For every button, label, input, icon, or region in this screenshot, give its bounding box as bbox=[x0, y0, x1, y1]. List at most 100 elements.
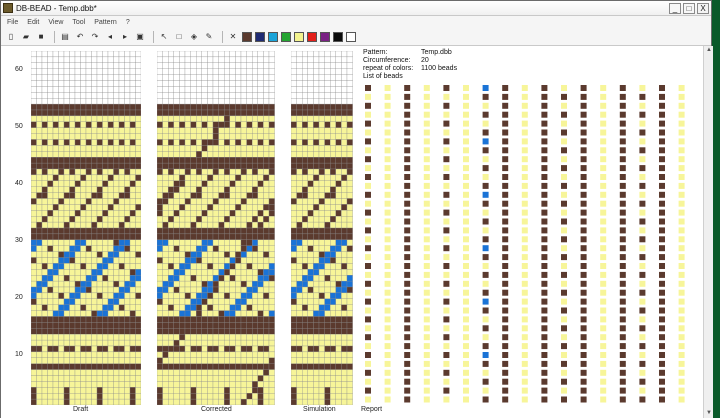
bead-cell[interactable] bbox=[69, 168, 76, 176]
bead-cell[interactable] bbox=[91, 339, 98, 347]
bead-cell[interactable] bbox=[240, 251, 247, 258]
bead-cell[interactable] bbox=[173, 151, 180, 158]
bead-cell[interactable] bbox=[107, 62, 114, 69]
bead-cell[interactable] bbox=[58, 80, 65, 87]
bead-cell[interactable] bbox=[107, 109, 114, 117]
bead-cell[interactable] bbox=[58, 345, 65, 353]
bead-cell[interactable] bbox=[113, 162, 120, 170]
bead-cell[interactable] bbox=[96, 304, 103, 311]
bead-cell[interactable] bbox=[162, 127, 169, 134]
bead-cell[interactable] bbox=[240, 180, 247, 187]
bead-cell[interactable] bbox=[313, 115, 320, 122]
bead-cell[interactable] bbox=[69, 286, 76, 294]
bead-cell[interactable] bbox=[113, 204, 120, 211]
bead-cell[interactable] bbox=[118, 257, 125, 264]
bead-cell[interactable] bbox=[36, 263, 43, 270]
bead-cell[interactable] bbox=[335, 68, 342, 75]
bead-cell[interactable] bbox=[291, 363, 297, 370]
bead-cell[interactable] bbox=[302, 275, 308, 282]
bead-cell[interactable] bbox=[246, 398, 253, 405]
bead-cell[interactable] bbox=[69, 56, 76, 63]
bead-cell[interactable] bbox=[179, 328, 186, 335]
minimize-button[interactable]: _ bbox=[669, 2, 681, 14]
bead-cell[interactable] bbox=[341, 393, 348, 400]
bead-cell[interactable] bbox=[302, 174, 308, 181]
bead-cell[interactable] bbox=[341, 398, 348, 405]
bead-cell[interactable] bbox=[240, 86, 247, 93]
bead-cell[interactable] bbox=[91, 275, 98, 282]
bead-cell[interactable] bbox=[118, 398, 125, 405]
bead-cell[interactable] bbox=[179, 168, 186, 176]
bead-cell[interactable] bbox=[69, 204, 76, 211]
bead-cell[interactable] bbox=[124, 74, 131, 81]
bead-cell[interactable] bbox=[168, 280, 174, 288]
bead-cell[interactable] bbox=[335, 387, 342, 394]
bead-cell[interactable] bbox=[324, 286, 331, 294]
bead-cell[interactable] bbox=[318, 74, 325, 81]
bead-cell[interactable] bbox=[291, 157, 297, 164]
bead-cell[interactable] bbox=[162, 204, 169, 211]
bead-cell[interactable] bbox=[257, 51, 264, 58]
bead-cell[interactable] bbox=[318, 286, 325, 294]
bead-cell[interactable] bbox=[157, 304, 163, 311]
bead-cell[interactable] bbox=[296, 393, 303, 400]
bead-cell[interactable] bbox=[302, 56, 308, 63]
bead-cell[interactable] bbox=[63, 68, 70, 75]
bead-cell[interactable] bbox=[52, 339, 59, 347]
bead-cell[interactable] bbox=[324, 127, 331, 134]
bead-cell[interactable] bbox=[135, 145, 142, 152]
bead-cell[interactable] bbox=[235, 280, 242, 288]
bead-cell[interactable] bbox=[58, 74, 65, 81]
bead-cell[interactable] bbox=[184, 221, 191, 229]
bead-cell[interactable] bbox=[341, 345, 348, 353]
bead-cell[interactable] bbox=[291, 86, 297, 93]
bead-cell[interactable] bbox=[69, 322, 76, 329]
bead-cell[interactable] bbox=[41, 121, 48, 128]
bead-cell[interactable] bbox=[335, 227, 342, 235]
bead-cell[interactable] bbox=[346, 86, 353, 93]
bead-cell[interactable] bbox=[224, 127, 230, 134]
bead-cell[interactable] bbox=[324, 180, 331, 187]
bead-cell[interactable] bbox=[96, 328, 103, 335]
bead-cell[interactable] bbox=[162, 98, 169, 105]
bead-cell[interactable] bbox=[157, 115, 163, 122]
bead-cell[interactable] bbox=[218, 198, 225, 205]
bead-cell[interactable] bbox=[41, 139, 48, 146]
bead-cell[interactable] bbox=[324, 304, 331, 311]
bead-cell[interactable] bbox=[168, 275, 174, 282]
bead-cell[interactable] bbox=[218, 381, 225, 388]
bead-cell[interactable] bbox=[201, 357, 208, 364]
bead-cell[interactable] bbox=[184, 74, 191, 81]
bead-cell[interactable] bbox=[268, 339, 275, 347]
bead-cell[interactable] bbox=[107, 393, 114, 400]
bead-cell[interactable] bbox=[296, 381, 303, 388]
bead-cell[interactable] bbox=[179, 345, 186, 353]
bead-cell[interactable] bbox=[74, 51, 81, 58]
bead-cell[interactable] bbox=[113, 345, 120, 353]
bead-cell[interactable] bbox=[296, 80, 303, 87]
bead-cell[interactable] bbox=[85, 381, 92, 388]
bead-cell[interactable] bbox=[31, 127, 37, 134]
color-swatch-navy[interactable] bbox=[255, 31, 265, 42]
bead-cell[interactable] bbox=[41, 216, 48, 223]
bead-cell[interactable] bbox=[52, 139, 59, 146]
bead-cell[interactable] bbox=[179, 339, 186, 347]
bead-cell[interactable] bbox=[318, 133, 325, 140]
bead-cell[interactable] bbox=[268, 310, 275, 317]
bead-cell[interactable] bbox=[41, 80, 48, 87]
clear-icon[interactable]: ✕ bbox=[227, 31, 239, 43]
bead-cell[interactable] bbox=[201, 109, 208, 117]
bead-cell[interactable] bbox=[346, 328, 353, 335]
bead-cell[interactable] bbox=[224, 351, 230, 358]
bead-cell[interactable] bbox=[129, 269, 136, 276]
bead-cell[interactable] bbox=[113, 210, 120, 217]
bead-cell[interactable] bbox=[36, 328, 43, 335]
bead-cell[interactable] bbox=[212, 68, 219, 75]
bead-cell[interactable] bbox=[235, 357, 242, 364]
bead-cell[interactable] bbox=[129, 334, 136, 341]
bead-cell[interactable] bbox=[307, 157, 314, 164]
bead-cell[interactable] bbox=[168, 328, 174, 335]
bead-cell[interactable] bbox=[346, 263, 353, 270]
bead-cell[interactable] bbox=[201, 151, 208, 158]
bead-cell[interactable] bbox=[52, 381, 59, 388]
